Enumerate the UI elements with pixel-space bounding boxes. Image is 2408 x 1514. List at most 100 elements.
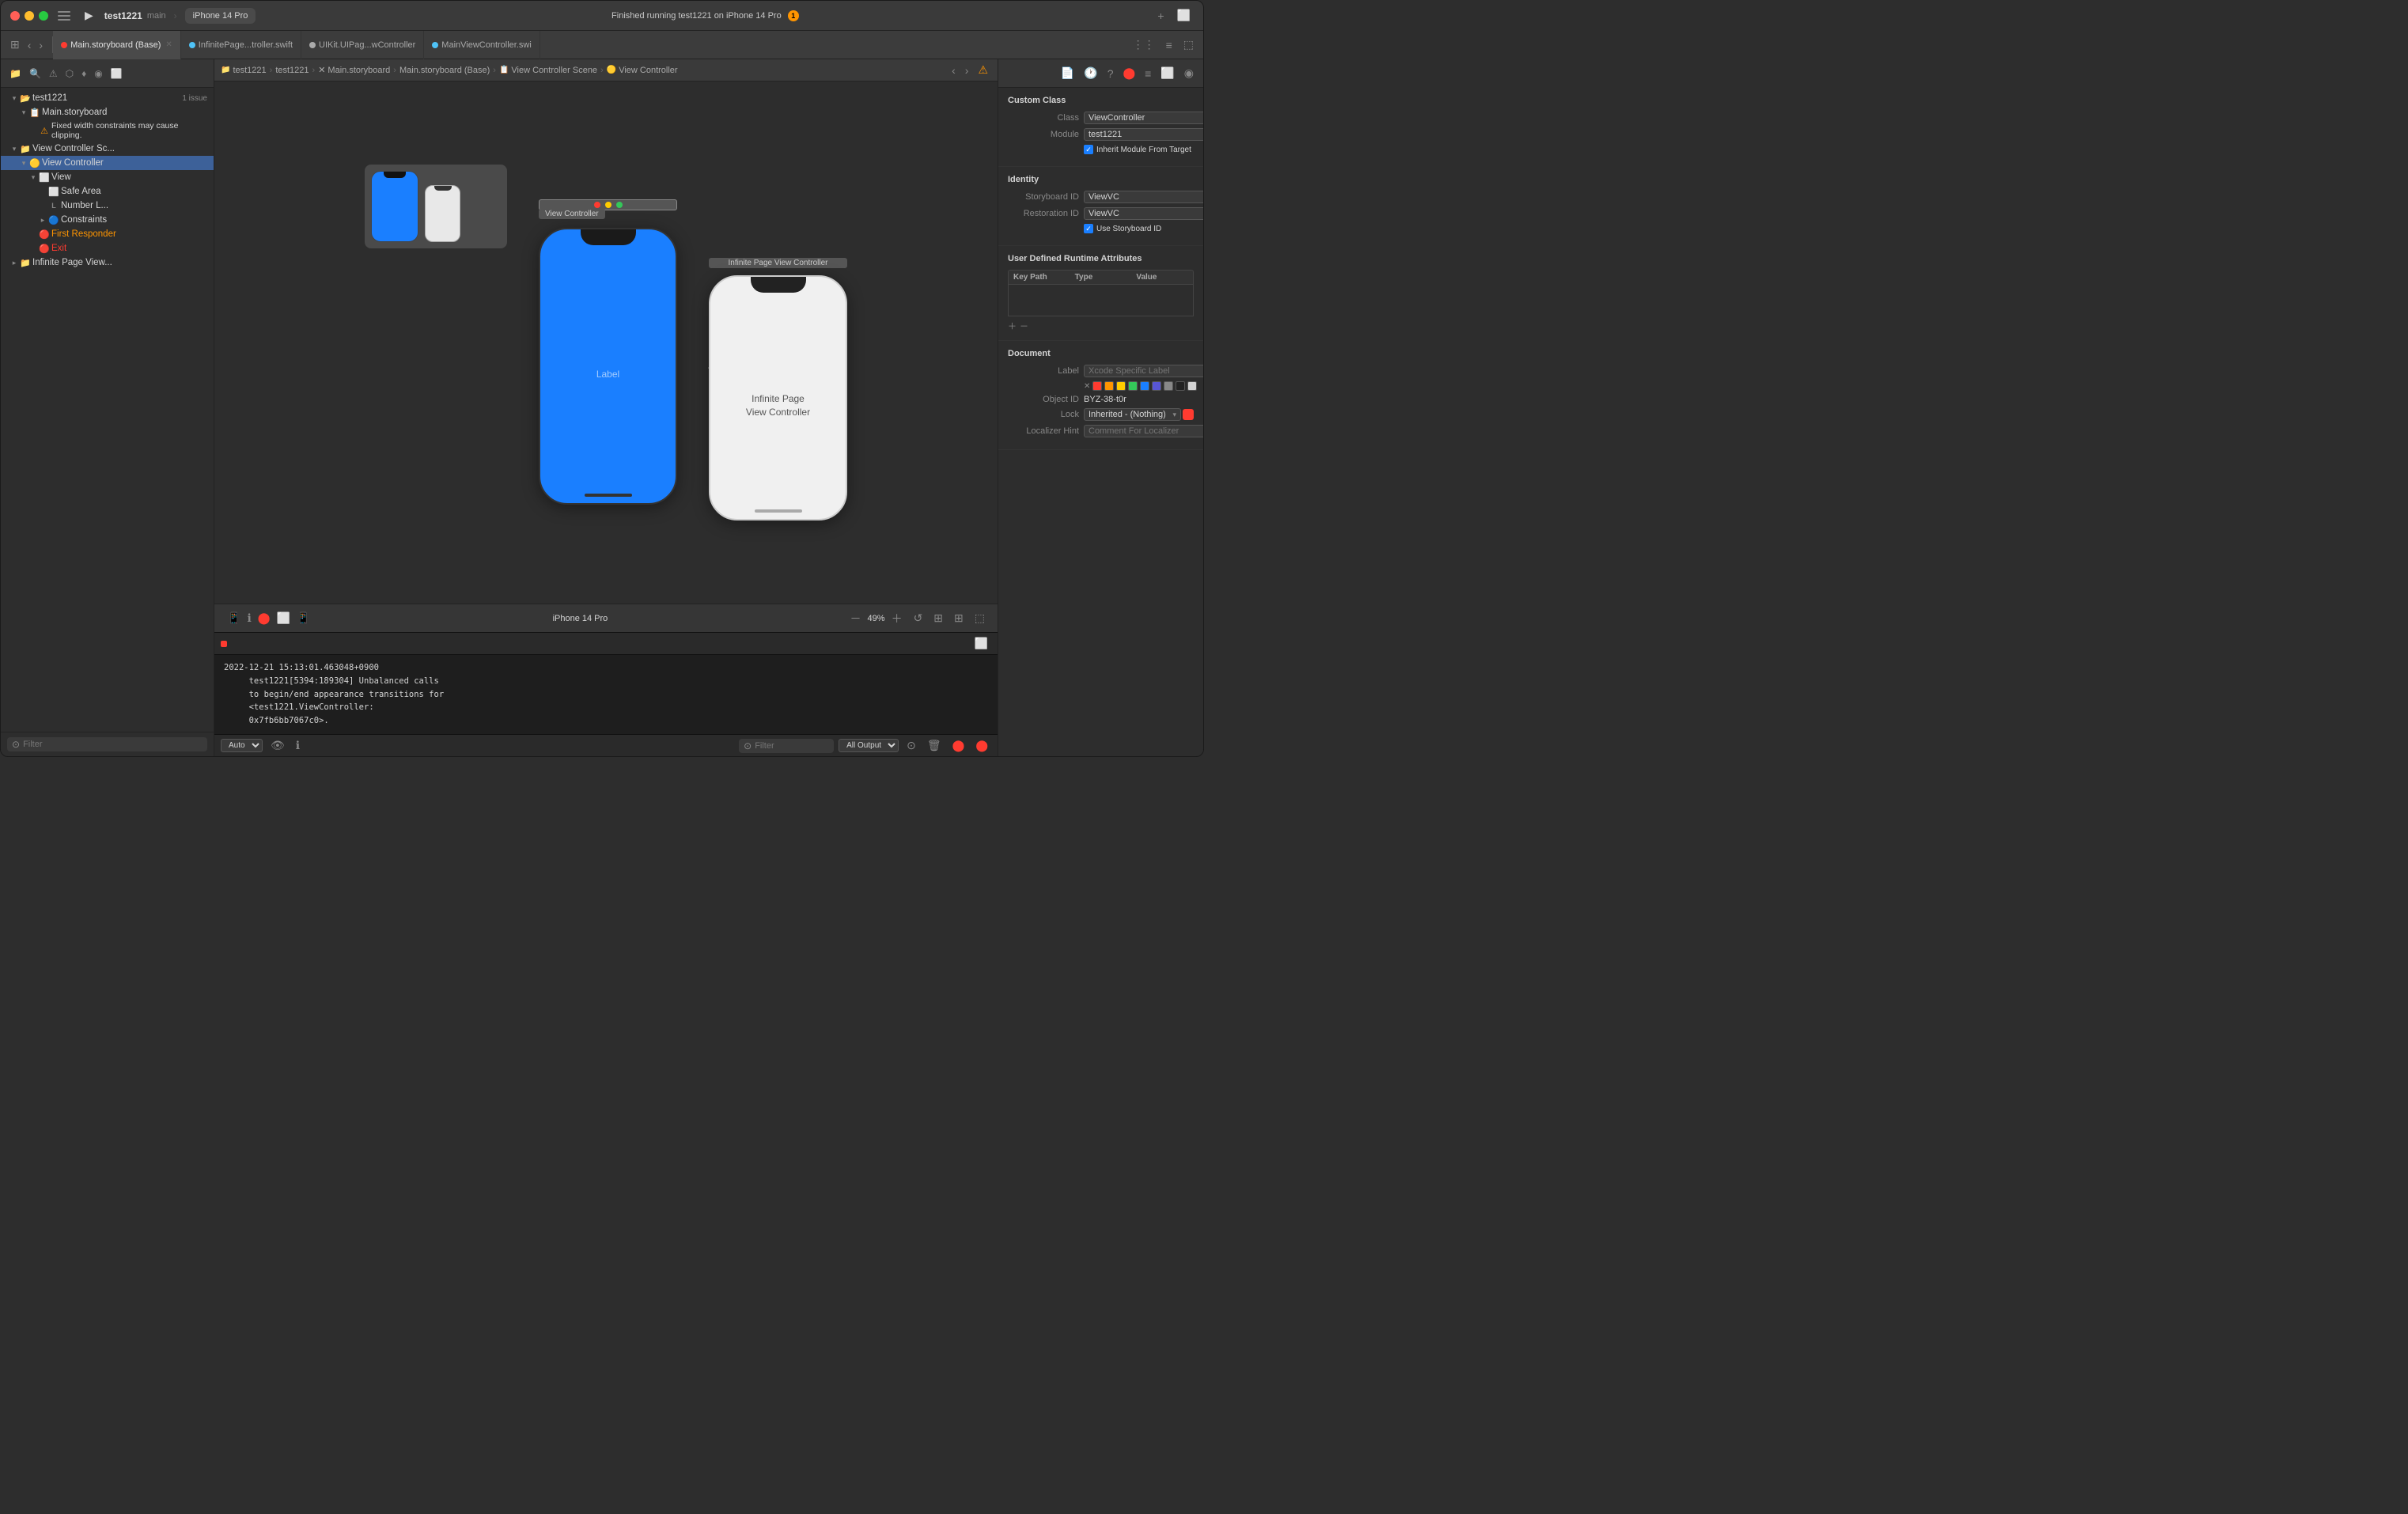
project-root-item[interactable]: 📂 test1221 1 issue <box>1 91 214 105</box>
maximize-button[interactable] <box>39 11 48 21</box>
warning-item[interactable]: ⚠ Fixed width constraints may cause clip… <box>1 119 214 142</box>
canvas-more-icon[interactable]: ⬚ <box>971 610 988 626</box>
inherit-checkbox-box[interactable]: ✓ <box>1084 145 1093 154</box>
view-arrow[interactable] <box>29 173 37 181</box>
storyboard-expand-arrow[interactable] <box>20 108 28 116</box>
breadcrumb-back[interactable]: ‹ <box>948 62 959 78</box>
warning-badge[interactable]: 1 <box>788 10 799 21</box>
breadcrumb-storyboard-base[interactable]: Main.storyboard (Base) <box>399 66 490 75</box>
color-red[interactable] <box>1092 381 1102 391</box>
vc-scene-item[interactable]: 📁 View Controller Sc... <box>1 142 214 156</box>
canvas-phone-portrait-icon[interactable]: 📱 <box>224 610 244 626</box>
tab-storyboard-close[interactable]: ✕ <box>165 40 172 49</box>
log-red1-icon[interactable]: ⬤ <box>949 737 968 754</box>
inspector-file-icon[interactable]: 📄 <box>1058 65 1077 81</box>
layout-button[interactable]: ⬜ <box>1174 7 1194 24</box>
blue-phone-frame[interactable]: Label <box>539 228 677 505</box>
report-icon[interactable]: ⬜ <box>108 66 125 81</box>
breadcrumb-warning[interactable]: ⚠ <box>975 62 991 78</box>
log-trash-icon[interactable]: 🗑 <box>924 737 945 754</box>
vc-scene-arrow[interactable] <box>10 145 18 153</box>
canvas-device-icon[interactable]: ⬜ <box>273 610 293 626</box>
number-label-item[interactable]: L Number L... <box>1 199 214 213</box>
lock-clear-btn[interactable] <box>1183 409 1194 420</box>
sidebar-grid-icon[interactable]: ⊞ <box>7 36 23 53</box>
minimize-button[interactable] <box>25 11 34 21</box>
canvas-stop-icon[interactable]: ⬤ <box>255 610 274 626</box>
restoration-id-input[interactable] <box>1084 207 1203 220</box>
breadcrumb-vc[interactable]: 🟡 View Controller <box>607 66 678 75</box>
inspector-size-icon[interactable]: ⬜ <box>1157 65 1177 81</box>
class-input[interactable] <box>1084 112 1203 124</box>
close-button[interactable] <box>10 11 20 21</box>
zoom-out-button[interactable]: － <box>847 609 865 628</box>
constraints-item[interactable]: 🔵 Constraints <box>1 213 214 227</box>
log-filter-input[interactable] <box>755 741 829 751</box>
inspector-help-icon[interactable]: ? <box>1104 66 1117 81</box>
zoom-in-button[interactable]: ＋ <box>888 609 906 628</box>
source-control-icon[interactable]: ⬡ <box>63 66 76 81</box>
tab-storyboard[interactable]: Main.storyboard (Base) ✕ <box>53 31 181 59</box>
view-item[interactable]: ⬜ View <box>1 170 214 184</box>
safe-area-item[interactable]: ⬜ Safe Area <box>1 184 214 199</box>
warning-filter-icon[interactable]: ⚠ <box>47 66 60 81</box>
device-list-icon[interactable]: ⊞ <box>930 610 946 626</box>
inspector-attr-icon[interactable]: ≡ <box>1142 66 1154 81</box>
breadcrumb-target[interactable]: test1221 <box>275 66 309 75</box>
color-white[interactable] <box>1187 381 1197 391</box>
log-info-icon[interactable]: ℹ <box>293 737 303 754</box>
canvas-info-icon[interactable]: ℹ <box>244 610 254 626</box>
bookmark-icon[interactable]: ♦ <box>79 66 89 81</box>
lock-dropdown[interactable]: Inherited - (Nothing) ▾ <box>1084 408 1181 421</box>
color-orange[interactable] <box>1104 381 1114 391</box>
back-arrow[interactable]: ‹ <box>25 37 35 53</box>
vc-item[interactable]: 🟡 View Controller <box>1 156 214 170</box>
breakpoint-icon[interactable]: ◉ <box>92 66 104 81</box>
inspector-id-icon[interactable]: ⬤ <box>1120 65 1139 81</box>
breadcrumb-forward[interactable]: › <box>962 62 972 78</box>
white-phone-frame[interactable]: Infinite PageView Controller <box>709 275 847 520</box>
first-responder-item[interactable]: 🔴 First Responder <box>1 227 214 241</box>
add-runtime-attr-btn[interactable]: ＋ － <box>1008 320 1194 332</box>
add-element-icon[interactable]: ⊞ <box>951 610 967 626</box>
breadcrumb-storyboard[interactable]: ✕ Main.storyboard <box>318 65 390 75</box>
use-storyboard-checkbox-box[interactable]: ✓ <box>1084 224 1093 233</box>
tab-infinite[interactable]: InfinitePage...troller.swift <box>181 31 301 59</box>
project-expand-arrow[interactable] <box>10 94 18 102</box>
doc-label-input[interactable] <box>1084 365 1203 377</box>
device-selector[interactable]: iPhone 14 Pro <box>185 8 256 24</box>
folder-icon[interactable]: 📁 <box>7 66 24 81</box>
forward-arrow[interactable]: › <box>36 37 46 53</box>
localizer-hint-input[interactable] <box>1084 425 1203 437</box>
color-blue[interactable] <box>1140 381 1149 391</box>
infinite-page-arrow[interactable] <box>10 259 18 267</box>
sidebar-toggle[interactable] <box>58 11 70 21</box>
canvas-phone-landscape-icon[interactable]: 📱 <box>293 610 313 626</box>
color-yellow[interactable] <box>1116 381 1126 391</box>
breadcrumb-project[interactable]: 📁 test1221 <box>221 66 267 75</box>
module-input[interactable] <box>1084 128 1203 141</box>
log-expand-icon[interactable]: ⬜ <box>971 635 991 652</box>
output-select[interactable]: All Output <box>839 739 899 752</box>
tab-uikit[interactable]: UIKit.UIPag...wController <box>301 31 424 59</box>
inspector-clock-icon[interactable]: 🕐 <box>1081 65 1100 81</box>
color-purple[interactable] <box>1152 381 1161 391</box>
storyboard-item[interactable]: 📋 Main.storyboard <box>1 105 214 119</box>
log-red2-icon[interactable]: ⬤ <box>972 737 991 754</box>
add-button[interactable]: + <box>1154 8 1167 24</box>
color-gray[interactable] <box>1164 381 1173 391</box>
tab-mainvc[interactable]: MainViewController.swi <box>424 31 540 59</box>
inspector-toggle-icon[interactable]: ⬚ <box>1180 36 1197 53</box>
vc-arrow[interactable] <box>20 159 28 167</box>
breadcrumb-scene[interactable]: 📋 View Controller Scene <box>499 66 597 75</box>
search-icon[interactable]: 🔍 <box>27 66 44 81</box>
inspector-connect-icon[interactable]: ◉ <box>1181 65 1197 81</box>
related-files-icon[interactable]: ⋮⋮ <box>1130 36 1158 53</box>
more-options-icon[interactable]: ≡ <box>1163 37 1176 53</box>
color-green[interactable] <box>1128 381 1138 391</box>
refresh-icon[interactable]: ↺ <box>911 610 926 626</box>
play-button[interactable]: ▶ <box>80 7 98 24</box>
log-filter-icon2[interactable]: ⊙ <box>903 737 919 754</box>
storyboard-id-input[interactable] <box>1084 191 1203 203</box>
color-black[interactable] <box>1176 381 1185 391</box>
